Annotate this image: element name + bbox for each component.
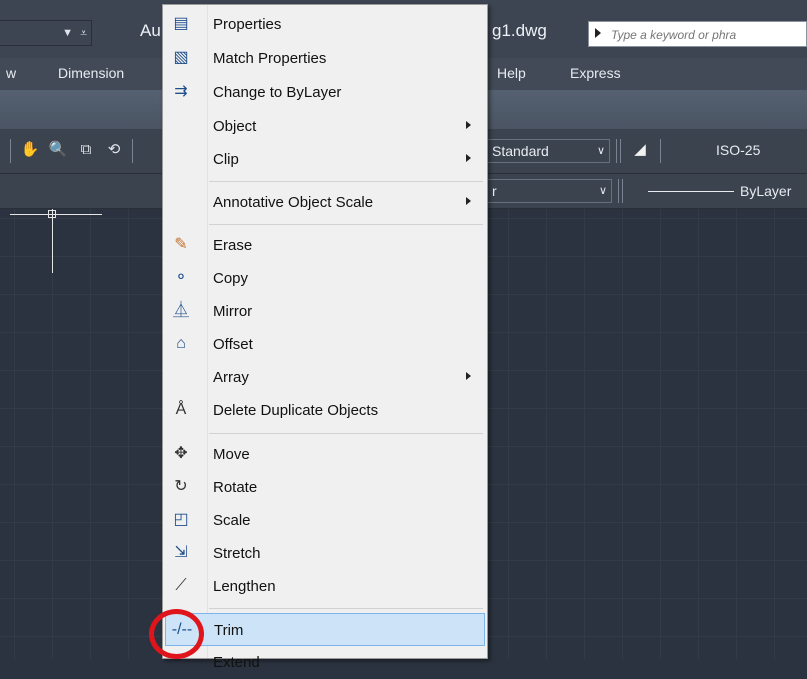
crosshair-pickbox bbox=[48, 210, 56, 218]
menu-item-change-to-bylayer[interactable]: ⇉ Change to ByLayer bbox=[165, 76, 485, 109]
dim-style-value[interactable]: ISO-25 bbox=[716, 142, 760, 158]
menu-item-stretch[interactable]: ⇲ Stretch bbox=[165, 537, 485, 570]
search-box[interactable] bbox=[588, 21, 807, 47]
menu-separator bbox=[209, 224, 483, 225]
menu-item-express[interactable]: Express bbox=[570, 65, 621, 81]
menu-item-properties[interactable]: ▤ Properties bbox=[165, 8, 485, 41]
chevron-down-icon[interactable]: ∨ bbox=[597, 140, 605, 162]
menu-item-array[interactable]: Array bbox=[165, 361, 485, 394]
toolbar-divider bbox=[618, 179, 619, 203]
lengthen-icon: ⟋ bbox=[175, 577, 187, 594]
rotate-icon: ↻ bbox=[174, 478, 188, 495]
chevron-down-icon[interactable]: ▼ bbox=[62, 27, 73, 39]
menu-item-copy[interactable]: ⚬ Copy bbox=[165, 262, 485, 295]
ucs-crosshair-vertical bbox=[52, 209, 53, 273]
toolbar-divider bbox=[616, 139, 617, 163]
menu-item-trim[interactable]: -/-- Trim bbox=[165, 613, 485, 646]
menu-item-erase[interactable]: ✎ Erase bbox=[165, 229, 485, 262]
menu-item-extend[interactable]: Extend bbox=[165, 646, 485, 679]
change-to-bylayer-icon: ⇉ bbox=[174, 83, 188, 100]
menu-item-dimension[interactable]: Dimension bbox=[58, 65, 124, 81]
menu-item-match-properties[interactable]: ▧ Match Properties bbox=[165, 42, 485, 75]
app-title-right: g1.dwg bbox=[492, 21, 547, 40]
menu-item-move[interactable]: ✥ Move bbox=[165, 438, 485, 471]
menu-item-view[interactable]: w bbox=[6, 65, 16, 81]
menu-item-help[interactable]: Help bbox=[497, 65, 526, 81]
menu-item-delete-duplicate-objects[interactable]: Å Delete Duplicate Objects bbox=[165, 394, 485, 427]
submenu-arrow-icon bbox=[466, 121, 471, 129]
menu-item-annotative-object-scale[interactable]: Annotative Object Scale bbox=[165, 186, 485, 219]
zoom-previous-icon[interactable]: ⟲ bbox=[104, 140, 124, 160]
copy-icon: ⚬ bbox=[174, 269, 188, 286]
workspace-combo[interactable]: ▼ ⩡ bbox=[0, 20, 92, 46]
submenu-arrow-icon bbox=[466, 154, 471, 162]
menu-item-mirror[interactable]: ⏅ Mirror bbox=[165, 295, 485, 328]
annotation-circle bbox=[149, 609, 204, 659]
properties-icon: ▤ bbox=[173, 15, 189, 32]
chevron-down-icon[interactable]: ∨ bbox=[599, 180, 607, 202]
menu-item-clip[interactable]: Clip bbox=[165, 143, 485, 176]
menu-separator bbox=[209, 433, 483, 434]
layer-select[interactable]: r ∨ bbox=[488, 179, 612, 203]
toolbar-divider bbox=[620, 139, 621, 163]
submenu-arrow-icon bbox=[466, 372, 471, 380]
menu-separator bbox=[209, 608, 483, 609]
text-style-select[interactable]: Standard ∨ bbox=[488, 139, 610, 163]
zoom-realtime-icon[interactable]: 🔍 bbox=[48, 140, 68, 160]
mirror-icon: ⏅ bbox=[172, 302, 189, 319]
search-input[interactable] bbox=[609, 25, 807, 45]
ucs-crosshair-horizontal bbox=[10, 214, 102, 215]
dimension-style-icon[interactable]: ◢ bbox=[630, 140, 650, 160]
text-style-value: Standard bbox=[492, 143, 549, 159]
toolbar-divider bbox=[622, 179, 623, 203]
linetype-preview bbox=[648, 191, 734, 192]
menu-separator bbox=[209, 181, 483, 182]
pan-icon[interactable]: ✋ bbox=[20, 140, 40, 160]
submenu-arrow-icon bbox=[466, 197, 471, 205]
menu-item-rotate[interactable]: ↻ Rotate bbox=[165, 471, 485, 504]
quick-access-dropdown-icon[interactable]: ⩡ bbox=[80, 26, 87, 41]
move-icon: ✥ bbox=[174, 445, 188, 462]
delete-duplicates-icon: Å bbox=[175, 401, 187, 418]
search-expand-icon[interactable] bbox=[595, 28, 601, 38]
scale-icon: ◰ bbox=[173, 511, 189, 528]
erase-icon: ✎ bbox=[174, 236, 188, 253]
layer-value: r bbox=[492, 183, 497, 199]
linetype-value[interactable]: ByLayer bbox=[740, 183, 791, 199]
offset-icon: ⌂ bbox=[176, 335, 186, 352]
toolbar-divider bbox=[660, 139, 661, 163]
app-title-left: Au bbox=[140, 21, 161, 40]
toolbar-divider bbox=[10, 139, 11, 163]
menu-item-lengthen[interactable]: ⟋ Lengthen bbox=[165, 570, 485, 603]
menu-item-offset[interactable]: ⌂ Offset bbox=[165, 328, 485, 361]
menu-item-object[interactable]: Object bbox=[165, 110, 485, 143]
stretch-icon: ⇲ bbox=[174, 544, 188, 561]
zoom-window-icon[interactable]: ⧉ bbox=[76, 140, 96, 160]
modify-menu: ▤ Properties ▧ Match Properties ⇉ Change… bbox=[162, 4, 488, 671]
menu-item-scale[interactable]: ◰ Scale bbox=[165, 504, 485, 537]
match-properties-icon: ▧ bbox=[173, 49, 189, 66]
toolbar-divider bbox=[132, 139, 133, 163]
